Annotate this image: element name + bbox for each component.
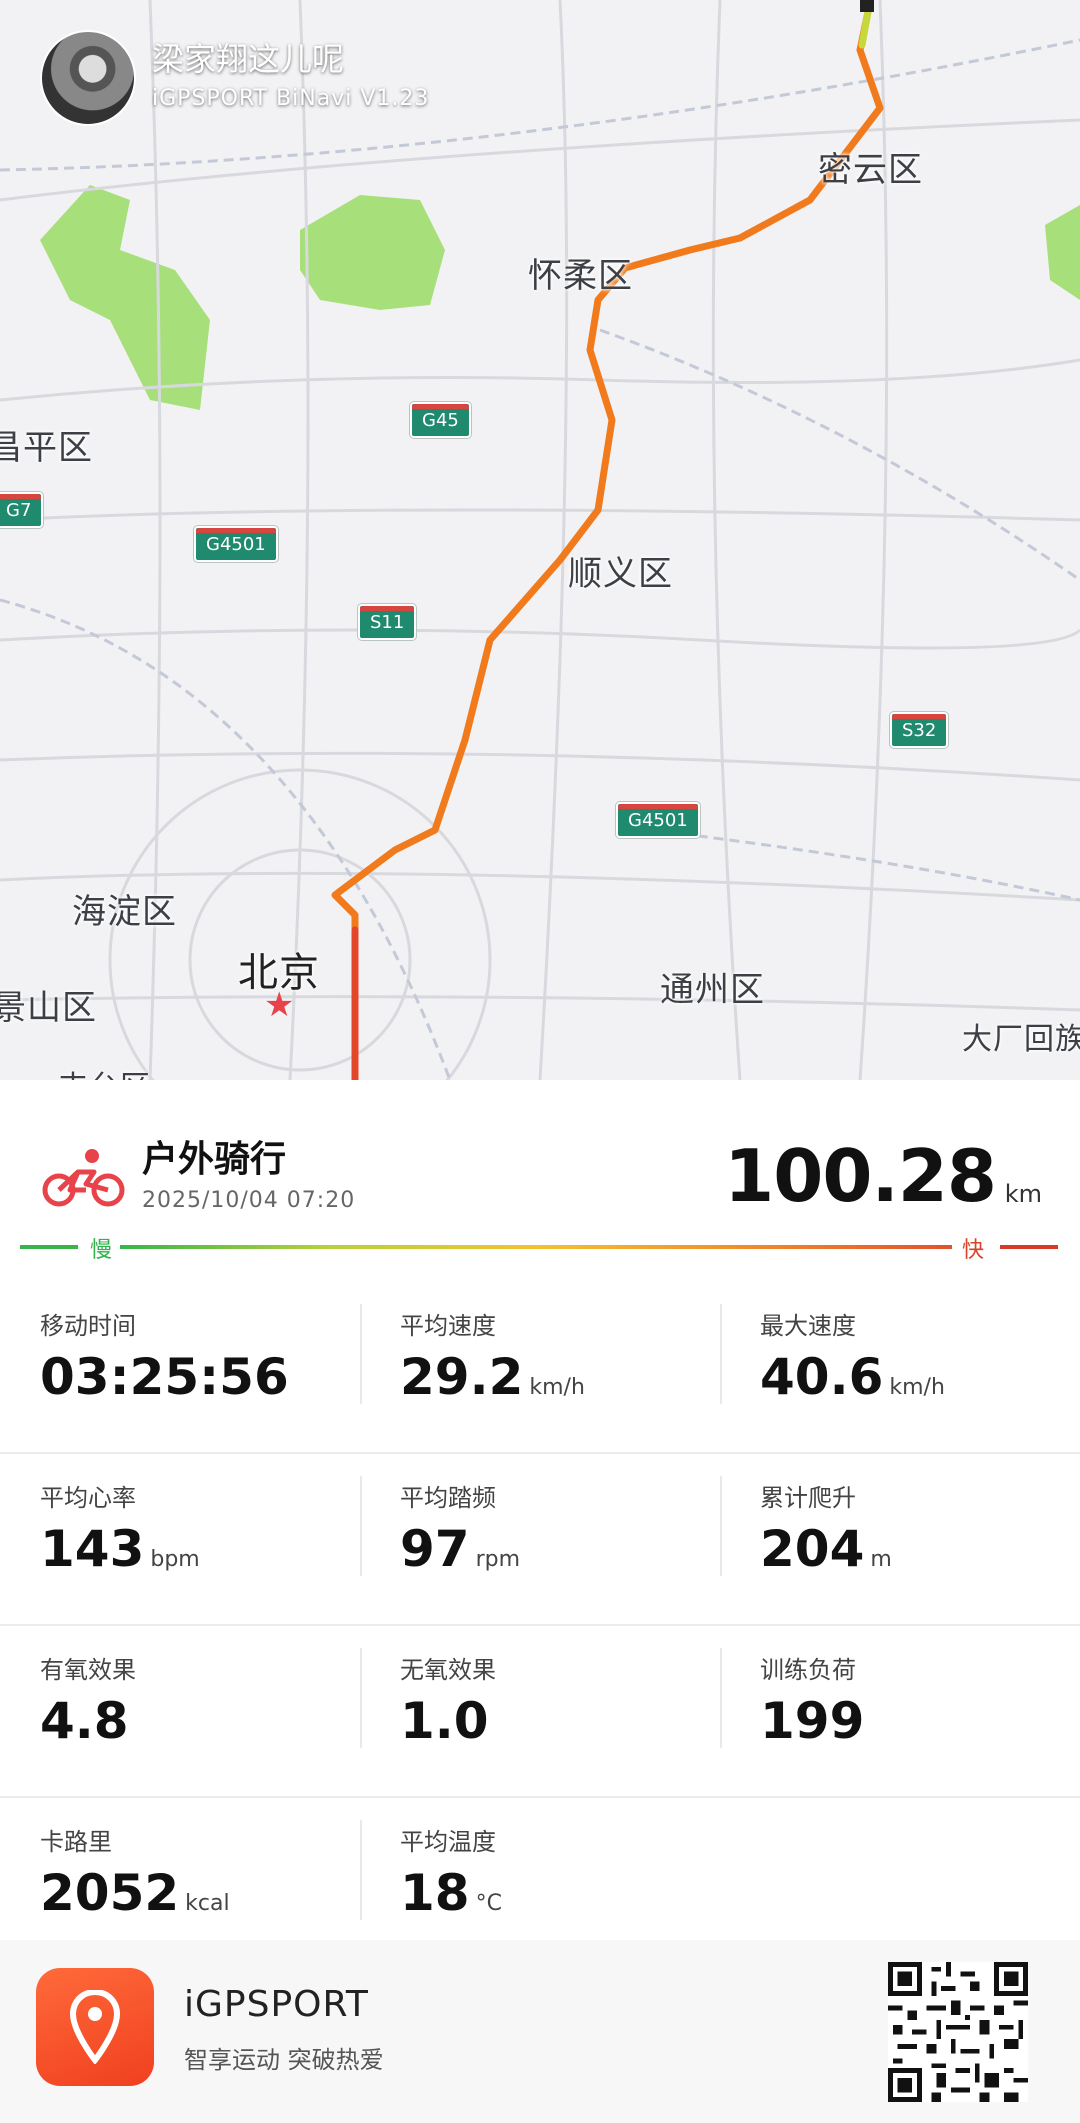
avatar[interactable] xyxy=(40,30,136,126)
stat-label: 平均速度 xyxy=(400,1312,496,1340)
highway-shield: G7 xyxy=(0,492,44,528)
stat-value: 1.0 xyxy=(400,1692,489,1750)
map-label-changping: 昌平区 xyxy=(0,428,93,468)
stat-avg-heart-rate: 平均心率 143 bpm xyxy=(0,1452,360,1622)
map-label-miyun: 密云区 xyxy=(818,150,923,190)
stat-label: 训练负荷 xyxy=(760,1656,856,1684)
stat-avg-speed: 平均速度 29.2 km/h xyxy=(360,1280,720,1450)
activity-date: 2025/10/04 07:20 xyxy=(142,1188,356,1213)
app-slogan: 智享运动 突破热爱 xyxy=(184,2046,384,2074)
stat-avg-cadence: 平均踏频 97 rpm xyxy=(360,1452,720,1622)
stat-value: 204 m xyxy=(760,1520,892,1578)
route-map[interactable]: 密云区 怀柔区 昌平区 顺义区 海淀区 北京 ★ 景山区 通州区 大厂回族 丰台… xyxy=(0,0,1080,1080)
speed-legend-slow-bar xyxy=(20,1245,78,1249)
stat-label: 卡路里 xyxy=(40,1828,112,1856)
stat-label: 平均心率 xyxy=(40,1484,136,1512)
stat-label: 平均踏频 xyxy=(400,1484,496,1512)
stats-row: 平均心率 143 bpm 平均踏频 97 rpm 累计爬升 204 m xyxy=(0,1452,1080,1626)
stat-label: 最大速度 xyxy=(760,1312,856,1340)
map-label-shunyi: 顺义区 xyxy=(568,554,673,594)
speed-legend-fast: 快 xyxy=(962,1238,985,1263)
stat-max-speed: 最大速度 40.6 km/h xyxy=(720,1280,1080,1450)
speed-legend-slow: 慢 xyxy=(90,1238,113,1263)
stat-label: 移动时间 xyxy=(40,1312,136,1340)
igpsport-logo-icon[interactable] xyxy=(36,1968,154,2086)
stat-label: 平均温度 xyxy=(400,1828,496,1856)
app-footer: iGPSPORT 智享运动 突破热爱 xyxy=(0,1940,1080,2123)
cycling-icon xyxy=(42,1149,125,1207)
stat-value: 199 xyxy=(760,1692,865,1750)
stat-value: 40.6 km/h xyxy=(760,1348,945,1406)
map-label-huairou: 怀柔区 xyxy=(528,256,633,296)
app-name: iGPSPORT xyxy=(184,1984,369,2025)
stat-aerobic-effect: 有氧效果 4.8 xyxy=(0,1624,360,1794)
stats-row: 移动时间 03:25:56 平均速度 29.2 km/h 最大速度 40.6 km/… xyxy=(0,1280,1080,1454)
stat-value: 97 rpm xyxy=(400,1520,521,1578)
capital-star-icon: ★ xyxy=(264,985,295,1025)
stat-label: 有氧效果 xyxy=(40,1656,136,1684)
highway-shield: S11 xyxy=(358,604,417,640)
total-distance: 100.28 xyxy=(724,1134,997,1218)
highway-shield: S32 xyxy=(890,712,949,748)
stat-value: 2052 kcal xyxy=(40,1864,230,1922)
stat-label: 无氧效果 xyxy=(400,1656,496,1684)
stat-moving-time: 移动时间 03:25:56 xyxy=(0,1280,360,1450)
highway-shield: G4501 xyxy=(616,802,700,838)
stat-value: 18 °C xyxy=(400,1864,502,1922)
highway-shield: G45 xyxy=(410,402,471,438)
stat-value: 4.8 xyxy=(40,1692,129,1750)
map-label-tongzhou: 通州区 xyxy=(660,970,765,1010)
highway-shield: G4501 xyxy=(194,526,278,562)
stat-label: 累计爬升 xyxy=(760,1484,856,1512)
map-label-dachang: 大厂回族 xyxy=(962,1022,1080,1057)
stat-elevation-gain: 累计爬升 204 m xyxy=(720,1452,1080,1622)
stat-training-load: 训练负荷 199 xyxy=(720,1624,1080,1794)
stat-value: 143 bpm xyxy=(40,1520,200,1578)
stat-anaerobic-effect: 无氧效果 1.0 xyxy=(360,1624,720,1794)
stat-value: 29.2 km/h xyxy=(400,1348,585,1406)
activity-title: 户外骑行 xyxy=(142,1139,287,1180)
device-name: iGPSPORT BiNavi V1.23 xyxy=(152,86,430,111)
map-label-fengtai: 丰台区 xyxy=(58,1062,151,1080)
speed-legend-fast-bar xyxy=(1000,1245,1058,1249)
speed-gradient-bar xyxy=(120,1245,952,1249)
stats-row: 有氧效果 4.8 无氧效果 1.0 训练负荷 199 xyxy=(0,1624,1080,1798)
user-name[interactable]: 梁家翔这儿呢 xyxy=(152,34,344,80)
map-label-haidian: 海淀区 xyxy=(72,892,177,932)
qr-code-icon[interactable] xyxy=(888,1962,1028,2102)
map-label-jingshan: 景山区 xyxy=(0,988,97,1028)
stat-value: 03:25:56 xyxy=(40,1348,289,1406)
distance-unit: km xyxy=(1004,1180,1042,1208)
